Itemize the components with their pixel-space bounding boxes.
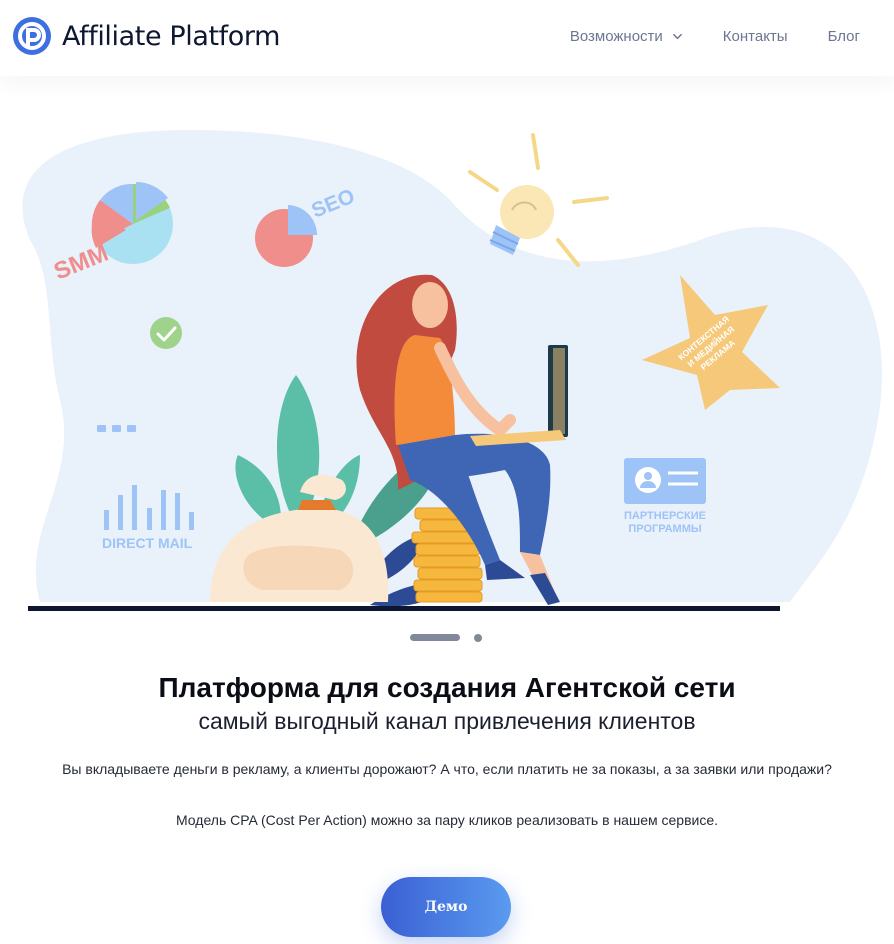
logo[interactable]: Affiliate Platform: [12, 16, 280, 56]
carousel-indicators: [0, 633, 894, 643]
logo-icon: [13, 17, 51, 55]
ground-line: [28, 606, 780, 611]
check-icon: [150, 317, 182, 349]
intro-paragraph: Вы вкладываете деньги в рекламу, а клиен…: [62, 761, 832, 777]
header: Affiliate Platform Возможности Контакты …: [0, 0, 894, 76]
carousel-dot[interactable]: [474, 634, 482, 642]
nav-item-features[interactable]: Возможности: [570, 28, 683, 45]
ellipsis-icon: [97, 425, 136, 432]
demo-button[interactable]: Демо: [381, 877, 511, 937]
cpa-paragraph: Модель CPA (Cost Per Action) можно за па…: [175, 812, 718, 828]
logo-text: Affiliate Platform: [62, 20, 281, 52]
page-subtitle: самый выгодный канал привлечения клиенто…: [198, 708, 696, 734]
carousel-dot-active[interactable]: [410, 634, 460, 641]
page-title: Платформа для создания Агентской сети: [158, 672, 736, 703]
nav-item-blog[interactable]: Блог: [828, 28, 860, 45]
partner-label-line2: ПРОГРАММЫ: [628, 523, 702, 535]
main-nav: Возможности Контакты Блог: [570, 28, 860, 45]
hero-illustration: SMM SEO DIRECT MAIL КОНТЕКСТНАЯ И МЕДИЙН…: [0, 90, 894, 620]
id-card-icon: [624, 458, 706, 504]
partner-label-line1: ПАРТНЕРСКИЕ: [624, 510, 706, 522]
nav-item-features-label: Возможности: [569, 28, 663, 45]
chevron-down-icon: [672, 33, 682, 40]
direct-mail-label: DIRECT MAIL: [102, 535, 193, 551]
nav-item-contacts[interactable]: Контакты: [723, 28, 788, 45]
hero-scene: SMM SEO DIRECT MAIL КОНТЕКСТНАЯ И МЕДИЙН…: [22, 130, 883, 611]
